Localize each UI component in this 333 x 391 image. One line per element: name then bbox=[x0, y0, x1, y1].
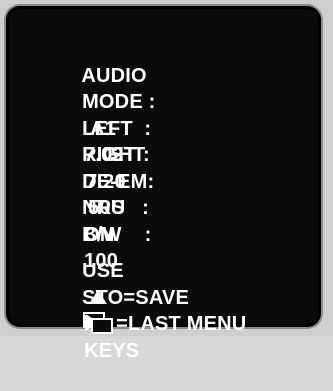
osd-frame: AUDIO MODE : A1 ST LEFT : 7.02 RIGHT: 7.… bbox=[0, 0, 333, 362]
nrs-row: NRS : ON bbox=[36, 169, 246, 246]
bw-row: B/W : 100 bbox=[36, 195, 246, 273]
use-keys-row: USE KEYS bbox=[36, 232, 246, 362]
menu-title: AUDIO bbox=[36, 36, 246, 87]
last-menu-text: =LAST MENU bbox=[116, 313, 247, 335]
deem-row: DE-EM: 50U bbox=[36, 142, 246, 220]
last-menu-icon bbox=[83, 312, 114, 335]
left-row: LEFT : 7.02 bbox=[36, 89, 246, 167]
osd-screen: AUDIO MODE : A1 ST LEFT : 7.02 RIGHT: 7.… bbox=[6, 6, 321, 362]
sto-save-row: STO=SAVE bbox=[36, 258, 246, 309]
mode-row: MODE : A1 ST bbox=[36, 63, 246, 166]
right-row: RIGHT: 7.20 bbox=[36, 116, 246, 193]
use-suffix: KEYS bbox=[84, 339, 140, 362]
audio-menu: AUDIO MODE : A1 ST LEFT : 7.02 RIGHT: 7.… bbox=[36, 36, 246, 362]
last-menu-row: =LAST MENU bbox=[36, 285, 246, 335]
